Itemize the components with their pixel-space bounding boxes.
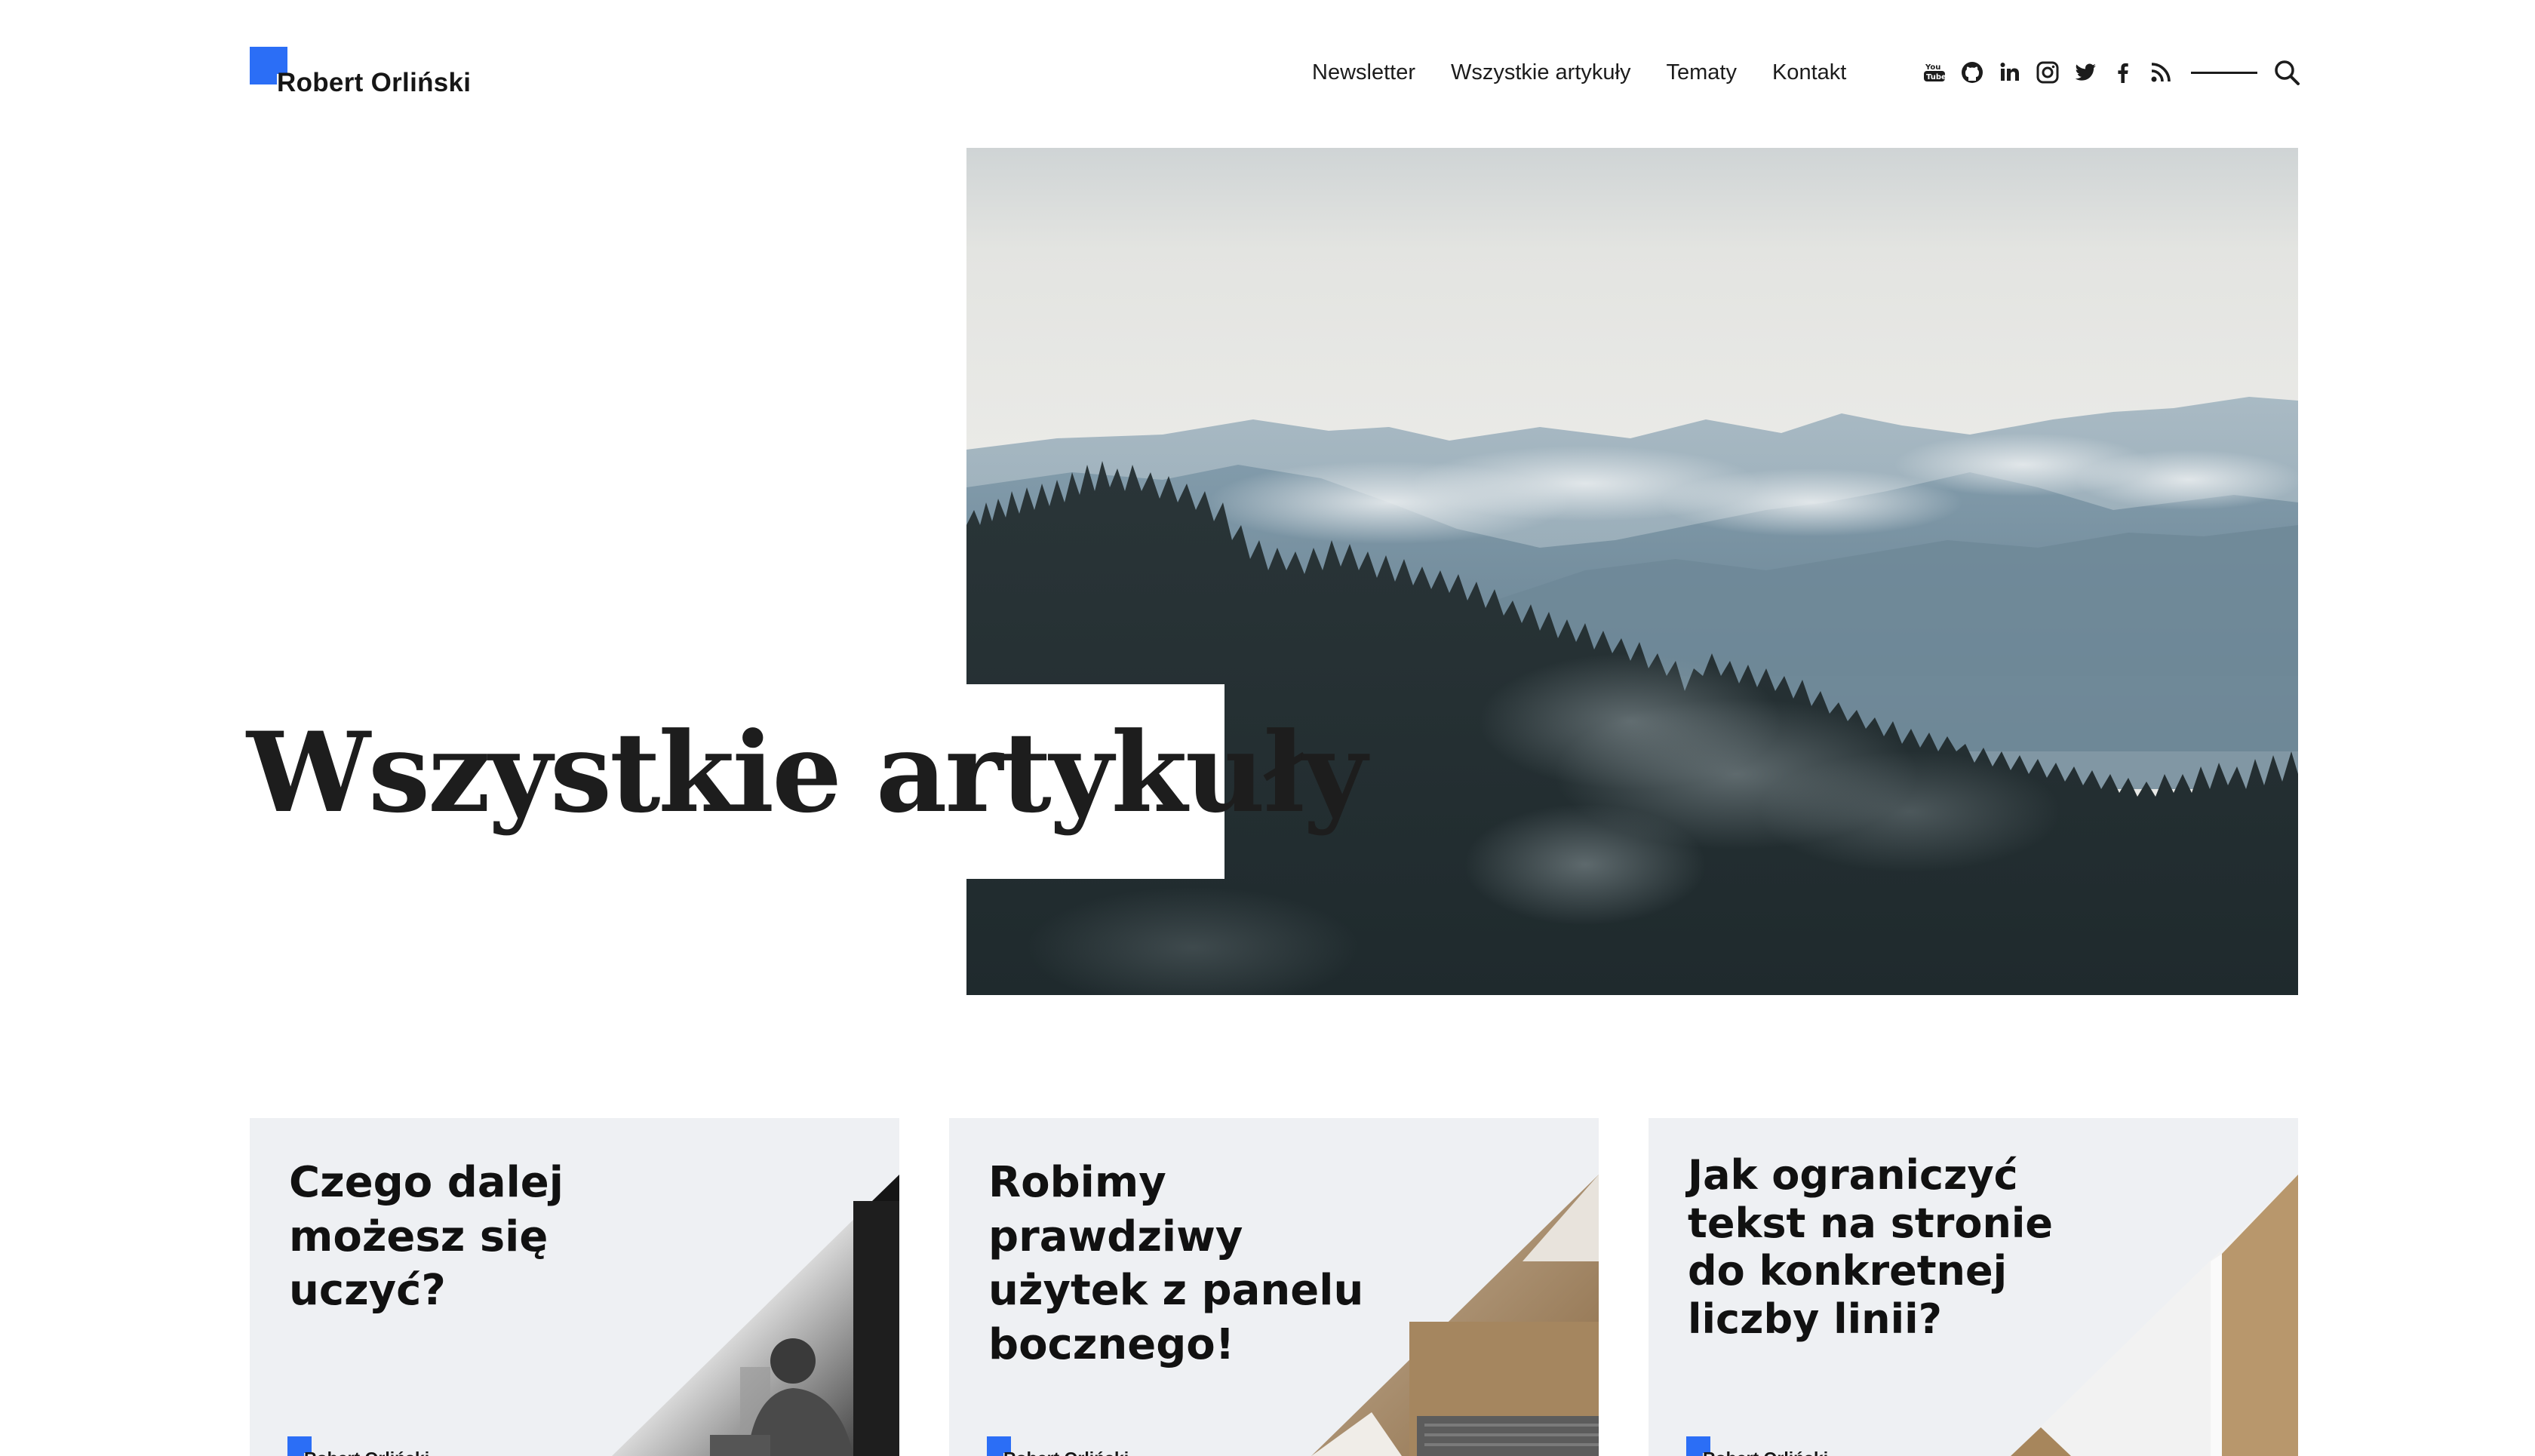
- youtube-icon[interactable]: You Tube: [1922, 60, 1947, 85]
- social-links: You Tube: [1922, 56, 2186, 89]
- article-card[interactable]: Robimy prawdziwy użytek z panelu boczneg…: [949, 1118, 1599, 1456]
- nav-contact[interactable]: Kontakt: [1772, 60, 1846, 85]
- linkedin-icon[interactable]: [1997, 60, 2023, 85]
- nav-all-articles[interactable]: Wszystkie artykuły: [1451, 60, 1630, 85]
- svg-text:You: You: [1925, 63, 1940, 72]
- card-brand-logo: Robert Orliński: [987, 1436, 1213, 1456]
- header-divider: [2191, 72, 2257, 74]
- card-title: Jak ograniczyć tekst na stronie do konkr…: [1688, 1151, 2054, 1344]
- nav-newsletter[interactable]: Newsletter: [1312, 60, 1415, 85]
- card-title: Czego dalej możesz się uczyć?: [289, 1158, 564, 1316]
- logo-text: Robert Orliński: [277, 68, 472, 97]
- instagram-icon[interactable]: [2035, 60, 2060, 85]
- card-brand-logo: Robert Orliński: [287, 1436, 514, 1456]
- main-nav: Newsletter Wszystkie artykuły Tematy Kon…: [1312, 57, 1846, 88]
- nav-topics[interactable]: Tematy: [1666, 60, 1736, 85]
- site-logo[interactable]: Robert Orliński: [250, 47, 506, 100]
- twitter-icon[interactable]: [2073, 60, 2098, 85]
- article-card[interactable]: Czego dalej możesz się uczyć? Robert Orl…: [250, 1118, 899, 1456]
- rss-icon[interactable]: [2148, 60, 2174, 85]
- site-header: Robert Orliński Newsletter Wszystkie art…: [250, 47, 2300, 100]
- facebook-icon[interactable]: [2110, 60, 2136, 85]
- card-brand-logo: Robert Orliński: [1686, 1436, 1913, 1456]
- card-title: Robimy prawdziwy użytek z panelu boczneg…: [988, 1158, 1364, 1370]
- search-icon[interactable]: [2272, 57, 2302, 88]
- article-card[interactable]: Jak ograniczyć tekst na stronie do konkr…: [1649, 1118, 2298, 1456]
- page-title: Wszystkie artykuły: [247, 708, 1367, 837]
- svg-text:Tube: Tube: [1926, 73, 1947, 81]
- github-icon[interactable]: [1959, 60, 1985, 85]
